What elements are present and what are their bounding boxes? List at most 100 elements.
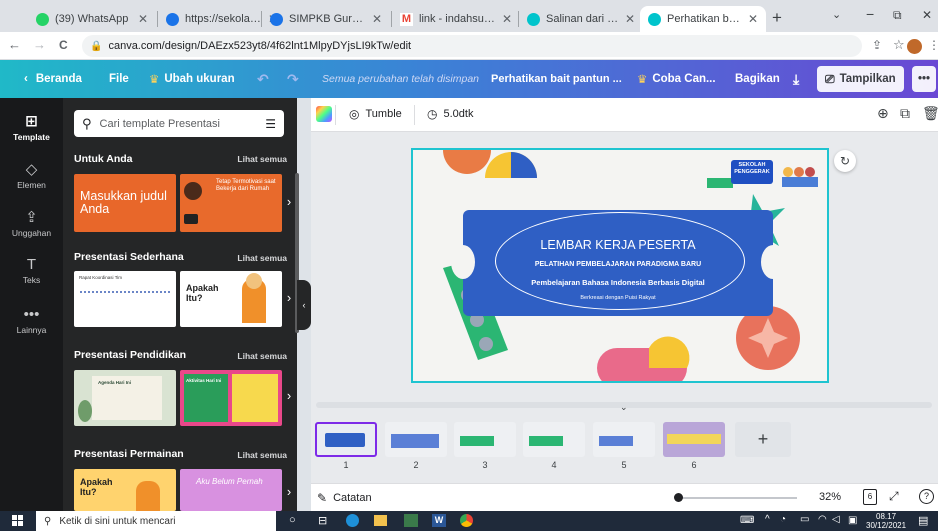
template-search-input[interactable]: ⚲ Cari template Presentasi ☰ bbox=[74, 110, 284, 137]
file-menu-button[interactable]: File bbox=[109, 60, 129, 98]
filter-icon[interactable]: ☰ bbox=[265, 117, 276, 131]
more-options-button[interactable]: ••• bbox=[912, 66, 936, 92]
page-thumb[interactable] bbox=[385, 422, 447, 457]
rail-item-text[interactable]: T Teks bbox=[0, 256, 63, 285]
url-field[interactable]: 🔒 canva.com/design/DAEzx523yt8/4f62lnt1M… bbox=[82, 35, 862, 57]
present-button[interactable]: ⎚ Tampilkan bbox=[817, 66, 904, 92]
edge-icon[interactable] bbox=[346, 514, 359, 527]
try-pro-button[interactable]: ♛ Coba Can... bbox=[637, 60, 716, 98]
window-close-button[interactable]: ✕ bbox=[922, 8, 932, 22]
browser-tab[interactable]: SIMPKB Guru Pengge ✕ bbox=[262, 6, 390, 32]
profile-avatar[interactable] bbox=[907, 39, 922, 54]
template-thumb[interactable]: Tetap Termotivasi saat Bekerja dari Ruma… bbox=[180, 174, 282, 232]
browser-tab-active[interactable]: Perhatikan bait pantu ✕ bbox=[640, 6, 766, 32]
cortana-icon[interactable]: ○ bbox=[289, 514, 296, 526]
tray-chevron-icon[interactable]: ^ bbox=[765, 514, 770, 525]
page-thumb[interactable] bbox=[663, 422, 725, 457]
page-thumb[interactable] bbox=[454, 422, 516, 457]
minimize-button[interactable]: − bbox=[866, 6, 874, 22]
close-icon[interactable]: ✕ bbox=[502, 12, 512, 26]
forward-button[interactable]: → bbox=[33, 37, 46, 52]
word-icon[interactable]: W bbox=[432, 514, 446, 527]
battery-icon[interactable]: ▭ bbox=[800, 514, 809, 525]
timing-button[interactable]: ◷ 5.0dtk bbox=[427, 107, 473, 121]
add-page-button[interactable]: + bbox=[735, 422, 791, 457]
home-button[interactable]: ‹ Beranda bbox=[24, 60, 82, 98]
browser-tab[interactable]: M link - indahsugiyarti0 ✕ bbox=[392, 6, 520, 32]
new-tab-button[interactable]: + bbox=[772, 8, 782, 28]
trash-icon[interactable]: 🗑 bbox=[922, 105, 938, 122]
color-picker-icon[interactable] bbox=[316, 106, 332, 122]
clock[interactable]: 08.17 30/12/2021 bbox=[866, 512, 906, 530]
wifi-icon[interactable]: ◠ bbox=[818, 514, 827, 525]
collapse-panel-button[interactable]: ‹ bbox=[297, 280, 311, 330]
template-thumb[interactable]: Aku Belum Pernah bbox=[180, 469, 282, 511]
rail-item-more[interactable]: ••• Lainnya bbox=[0, 306, 63, 335]
rail-item-uploads[interactable]: ⇪ Unggahan bbox=[0, 208, 63, 238]
share-page-icon[interactable]: ⇪ bbox=[872, 38, 882, 52]
restore-button[interactable]: ⧉ bbox=[893, 8, 902, 23]
notes-button[interactable]: ✎ Catatan bbox=[317, 491, 372, 505]
template-thumb[interactable]: Apakah Itu? bbox=[74, 469, 176, 511]
slide-canvas[interactable]: SEKOLAH PENGGERAK LEMBAR KERJA PESERTA P… bbox=[411, 148, 829, 383]
page-thumb[interactable] bbox=[523, 422, 585, 457]
task-view-icon[interactable]: ⊟ bbox=[318, 514, 327, 527]
page-thumb[interactable] bbox=[593, 422, 655, 457]
duplicate-icon[interactable]: ⧉ bbox=[900, 105, 910, 122]
bookmark-star-icon[interactable]: ☆ bbox=[893, 37, 905, 53]
share-button[interactable]: Bagikan bbox=[735, 60, 780, 98]
see-all-link[interactable]: Lihat semua bbox=[237, 253, 287, 263]
close-icon[interactable]: ✕ bbox=[372, 12, 382, 26]
see-all-link[interactable]: Lihat semua bbox=[237, 450, 287, 460]
file-explorer-icon[interactable] bbox=[374, 515, 387, 526]
network-icon[interactable]: ◔ bbox=[780, 514, 786, 525]
chrome-icon[interactable] bbox=[460, 514, 473, 527]
page-count-button[interactable]: 6 bbox=[863, 489, 877, 505]
chevron-down-icon[interactable]: ⌄ bbox=[620, 402, 628, 413]
reload-button[interactable]: C bbox=[59, 38, 68, 52]
taskbar-search-input[interactable]: ⚲ Ketik di sini untuk mencari bbox=[36, 511, 276, 531]
back-button[interactable]: ← bbox=[8, 37, 21, 52]
windows-start-icon[interactable] bbox=[12, 515, 24, 527]
template-thumb[interactable]: Masukkan judul Anda bbox=[74, 174, 176, 232]
help-button[interactable]: ? bbox=[919, 489, 934, 504]
volume-icon[interactable]: ◁ bbox=[832, 514, 840, 525]
tab-search-button[interactable]: ⌄ bbox=[832, 8, 841, 21]
globe-icon bbox=[166, 12, 179, 26]
see-all-link[interactable]: Lihat semua bbox=[237, 154, 287, 164]
fullscreen-icon[interactable]: ⤢ bbox=[889, 489, 899, 504]
close-icon[interactable]: ✕ bbox=[748, 12, 758, 26]
close-icon[interactable]: ✕ bbox=[625, 12, 635, 26]
app-icon[interactable] bbox=[404, 514, 418, 527]
see-all-link[interactable]: Lihat semua bbox=[237, 351, 287, 361]
notifications-icon[interactable]: ▤ bbox=[918, 514, 928, 527]
download-icon[interactable]: ⤓ bbox=[793, 60, 799, 98]
zoom-level[interactable]: 32% bbox=[819, 491, 841, 503]
zoom-slider-handle[interactable] bbox=[674, 493, 683, 502]
browser-tab[interactable]: Salinan dari Perhatika ✕ bbox=[519, 6, 643, 32]
chevron-right-icon[interactable]: › bbox=[283, 194, 295, 209]
refresh-icon[interactable]: ↻ bbox=[834, 150, 856, 172]
template-thumb[interactable]: Agenda Hari Ini bbox=[74, 370, 176, 426]
page-thumb[interactable] bbox=[315, 422, 377, 457]
resize-button[interactable]: ♛ Ubah ukuran bbox=[149, 60, 235, 98]
keyboard-icon[interactable]: ⌨ bbox=[740, 515, 754, 526]
chevron-right-icon[interactable]: › bbox=[283, 388, 295, 403]
browser-tab[interactable]: (39) WhatsApp ✕ bbox=[28, 6, 156, 32]
chevron-right-icon[interactable]: › bbox=[283, 290, 295, 305]
template-thumb[interactable]: Aktivitas Hari Ini bbox=[180, 370, 282, 426]
rail-item-elements[interactable]: ◇ Elemen bbox=[0, 160, 63, 190]
undo-icon[interactable]: ↶ bbox=[257, 60, 269, 98]
zoom-slider-track[interactable] bbox=[677, 497, 797, 499]
browser-menu-icon[interactable]: ⋮ bbox=[928, 38, 938, 52]
add-page-icon[interactable]: ⊕ bbox=[877, 105, 889, 122]
animation-button[interactable]: ◎ Tumble bbox=[349, 107, 402, 121]
rail-item-template[interactable]: ⊞ Template bbox=[0, 112, 63, 142]
redo-icon[interactable]: ↷ bbox=[287, 60, 299, 98]
language-icon[interactable]: ▣ bbox=[848, 515, 857, 526]
document-title[interactable]: Perhatikan bait pantun ... bbox=[491, 60, 622, 98]
close-icon[interactable]: ✕ bbox=[138, 12, 148, 26]
template-thumb[interactable]: Rapat Koordinasi Tim bbox=[74, 271, 176, 327]
template-thumb[interactable]: Apakah Itu? bbox=[180, 271, 282, 327]
chevron-right-icon[interactable]: › bbox=[283, 484, 295, 499]
